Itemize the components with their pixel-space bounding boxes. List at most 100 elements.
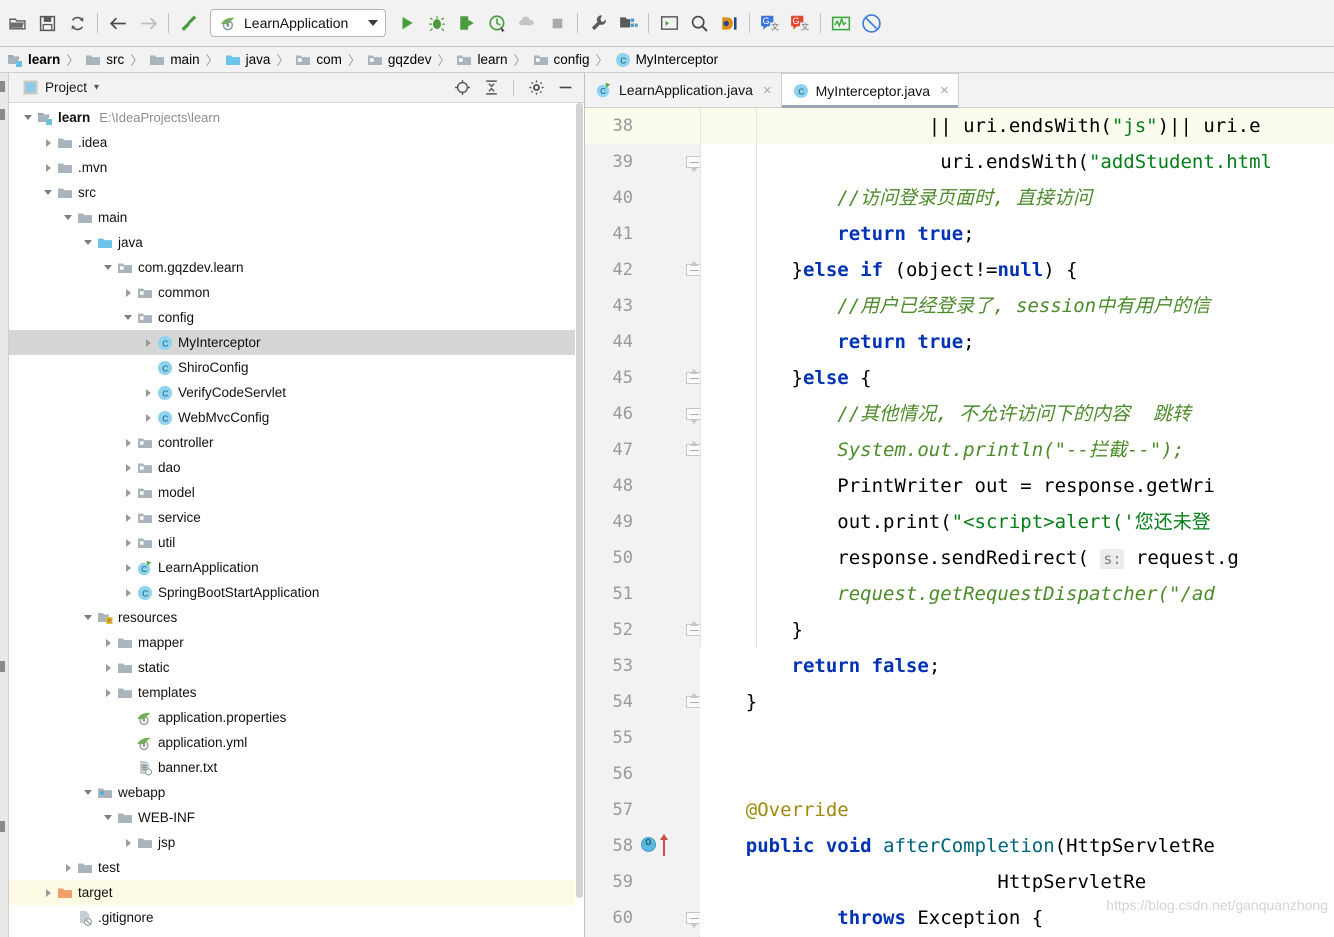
tree-node-controller[interactable]: controller [9, 430, 584, 455]
collapse-all-icon[interactable] [480, 77, 502, 99]
chevron-down-icon[interactable] [122, 311, 135, 324]
breadcrumb-item-myinterceptor[interactable]: C MyInterceptor [614, 52, 720, 68]
code-line[interactable]: return true; [700, 324, 1334, 360]
gutter-line[interactable]: 48 [585, 468, 700, 504]
run-icon[interactable] [392, 8, 422, 38]
editor-gutter[interactable]: 38 39 40 41 42 43 44 45 46 47 48 49 50 51 52 53 54 55 56 57… [585, 108, 701, 937]
tree-node-common[interactable]: common [9, 280, 584, 305]
tree-node--idea[interactable]: .idea [9, 130, 584, 155]
gutter-line[interactable]: 47 [585, 432, 701, 468]
run-configuration-selector[interactable]: LearnApplication [210, 9, 386, 37]
chevron-right-icon[interactable] [122, 436, 135, 449]
chevron-down-icon[interactable] [22, 111, 35, 124]
chevron-right-icon[interactable] [42, 161, 55, 174]
locate-target-icon[interactable] [451, 77, 473, 99]
tree-node-src[interactable]: src [9, 180, 584, 205]
gutter-line[interactable]: 42 [585, 252, 701, 288]
code-line[interactable]: @Override [700, 792, 1334, 828]
hide-panel-icon[interactable] [554, 77, 576, 99]
tree-node-test[interactable]: test [9, 855, 584, 880]
search-everywhere-icon[interactable] [684, 8, 714, 38]
code-line[interactable]: public void afterCompletion(HttpServletR… [700, 828, 1334, 864]
gutter-line[interactable]: 54 [585, 684, 701, 720]
code-line[interactable]: response.sendRedirect( s: request.g [700, 540, 1334, 576]
gutter-line[interactable]: 53 [585, 648, 700, 684]
chevron-down-icon[interactable] [368, 20, 378, 26]
gutter-line[interactable]: 50 [585, 540, 700, 576]
code-line[interactable]: PrintWriter out = response.getWri [700, 468, 1334, 504]
open-icon[interactable] [2, 8, 32, 38]
gutter-line[interactable]: 46 [585, 396, 701, 432]
gutter-line[interactable]: 41 [585, 216, 700, 252]
chevron-down-icon[interactable] [102, 261, 115, 274]
tree-node-templates[interactable]: templates [9, 680, 584, 705]
close-icon[interactable]: × [940, 83, 949, 98]
tree-node-resources[interactable]: resources [9, 605, 584, 630]
tree-node-model[interactable]: model [9, 480, 584, 505]
tree-node-mapper[interactable]: mapper [9, 630, 584, 655]
tree-node-service[interactable]: service [9, 505, 584, 530]
gutter-line[interactable]: 49 [585, 504, 700, 540]
code-line[interactable]: } [700, 612, 1334, 648]
tree-node-jsp[interactable]: jsp [9, 830, 584, 855]
breadcrumb-item-com[interactable]: com [294, 52, 343, 68]
chevron-right-icon[interactable] [102, 636, 115, 649]
code-line[interactable]: }else { [700, 360, 1334, 396]
chevron-right-icon[interactable] [122, 286, 135, 299]
breadcrumb-item-gqzdev[interactable]: gqzdev [366, 52, 433, 68]
gutter-line[interactable]: 40 [585, 180, 700, 216]
settings-gear-icon[interactable] [525, 77, 547, 99]
code-line[interactable]: throws Exception { [700, 900, 1334, 936]
breadcrumb-item-learn[interactable]: learn [455, 52, 508, 68]
code-line[interactable]: HttpServletRe [700, 864, 1334, 900]
tree-node-shiroconfig[interactable]: C ShiroConfig [9, 355, 584, 380]
code-line[interactable]: || uri.endsWith("js")|| uri.e [700, 108, 1334, 144]
chevron-down-icon[interactable] [42, 186, 55, 199]
chevron-right-icon[interactable] [62, 861, 75, 874]
save-all-icon[interactable] [32, 8, 62, 38]
chevron-down-icon[interactable] [102, 811, 115, 824]
gutter-line[interactable]: 56 [585, 756, 700, 792]
gutter-line[interactable]: 39 [585, 144, 701, 180]
editor-tab-myinterceptor-java[interactable]: C MyInterceptor.java × [780, 73, 959, 108]
breadcrumb-item-main[interactable]: main [148, 52, 200, 68]
code-line[interactable] [700, 756, 1334, 792]
chevron-right-icon[interactable] [142, 411, 155, 424]
chevron-right-icon[interactable] [122, 486, 135, 499]
code-line[interactable]: //访问登录页面时, 直接访问 [700, 180, 1334, 216]
build-hammer-icon[interactable] [174, 8, 204, 38]
tree-node-springbootstartapplication[interactable]: C SpringBootStartApplication [9, 580, 584, 605]
profiler-icon[interactable] [482, 8, 512, 38]
gutter-line[interactable]: 59 [585, 864, 700, 900]
chevron-right-icon[interactable] [122, 586, 135, 599]
project-scrollbar-thumb[interactable] [576, 103, 583, 898]
gutter-line[interactable]: 52 [585, 612, 701, 648]
project-structure-icon[interactable] [613, 8, 643, 38]
editor-tab-learnapplication-java[interactable]: C LearnApplication.java × [585, 73, 781, 107]
code-line[interactable]: }else if (object!=null) { [700, 252, 1334, 288]
breakpoint-icon[interactable] [641, 835, 656, 852]
close-icon[interactable]: × [763, 83, 772, 98]
code-line[interactable]: //用户已经登录了, session中有用户的信 [700, 288, 1334, 324]
chevron-right-icon[interactable] [102, 661, 115, 674]
chevron-down-icon[interactable] [62, 211, 75, 224]
chevron-right-icon[interactable] [102, 686, 115, 699]
project-scrollbar[interactable] [575, 103, 584, 937]
gutter-line[interactable]: 57 [585, 792, 700, 828]
chevron-down-icon[interactable] [82, 786, 95, 799]
gutter-line[interactable]: 51 [585, 576, 700, 612]
breadcrumb-item-learn[interactable]: learn [6, 52, 61, 68]
gutter-line[interactable]: 45 [585, 360, 701, 396]
code-line[interactable]: System.out.println("--拦截--"); [700, 432, 1334, 468]
code-text-area[interactable]: || uri.endsWith("js")|| uri.e uri.endsWi… [700, 108, 1334, 937]
breadcrumb-item-java[interactable]: java [224, 52, 272, 68]
run-with-coverage-icon[interactable] [452, 8, 482, 38]
tree-node-webapp[interactable]: webapp [9, 780, 584, 805]
database-icon[interactable] [714, 8, 744, 38]
tree-node-dao[interactable]: dao [9, 455, 584, 480]
code-line[interactable]: uri.endsWith("addStudent.html [700, 144, 1334, 180]
code-line[interactable] [700, 720, 1334, 756]
activity-monitor-icon[interactable] [826, 8, 856, 38]
tree-node-myinterceptor[interactable]: C MyInterceptor [9, 330, 584, 355]
chevron-right-icon[interactable] [142, 386, 155, 399]
